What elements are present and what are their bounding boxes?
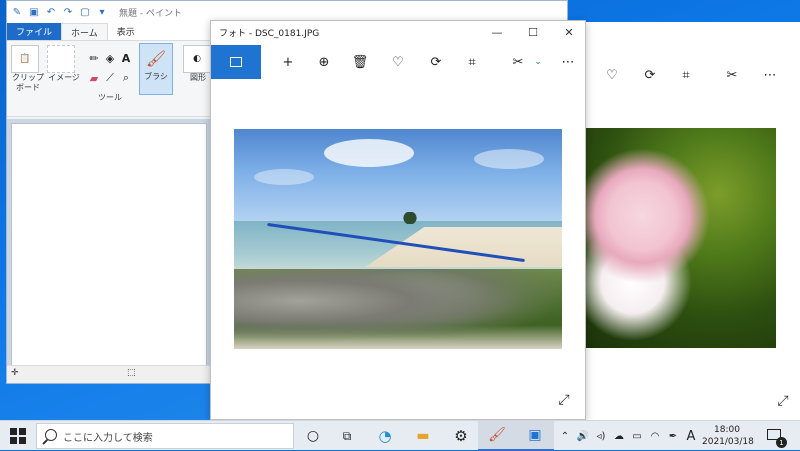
volume-icon[interactable]: 🔊: [576, 429, 590, 443]
paint-app-icon: ✎: [12, 6, 22, 18]
rotate-icon[interactable]: ⟳: [425, 51, 447, 73]
pen-icon[interactable]: ✒: [666, 429, 680, 443]
maximize-button[interactable]: ☐: [515, 21, 551, 43]
cursor-position-icon: ✛: [11, 368, 19, 378]
chevron-up-icon[interactable]: ⌃: [558, 429, 572, 443]
clock-date: 2021/03/18: [702, 437, 754, 447]
minimize-button[interactable]: —: [479, 21, 515, 43]
magnifier-icon[interactable]: ⌕: [119, 71, 133, 85]
close-button[interactable]: ✕: [551, 21, 587, 43]
selection-size-icon: ⬚: [127, 368, 136, 378]
edge-icon[interactable]: ◔: [366, 421, 404, 451]
add-icon[interactable]: +: [277, 51, 299, 73]
clipboard-label: クリップ ボード: [12, 73, 44, 92]
ime-indicator[interactable]: A: [684, 429, 698, 444]
cloud-icon[interactable]: ☁: [612, 429, 626, 443]
settings-icon[interactable]: ⚙: [442, 421, 480, 451]
shapes-label: 図形: [190, 73, 206, 82]
pencil-icon[interactable]: ✏: [87, 51, 101, 65]
shapes-icon: ◐: [183, 45, 211, 73]
edit-icon[interactable]: ✂: [721, 64, 743, 86]
undo-icon[interactable]: ↶: [45, 6, 57, 18]
view-image-button[interactable]: [211, 45, 261, 79]
image-button[interactable]: イメージ: [47, 45, 81, 83]
color-picker-icon[interactable]: ⟋: [103, 71, 117, 85]
favorite-icon[interactable]: ♡: [601, 64, 623, 86]
brush-button[interactable]: 🖌 ブラシ: [139, 43, 173, 95]
tab-file[interactable]: ファイル: [7, 23, 62, 40]
favorite-icon[interactable]: ♡: [387, 51, 409, 73]
file-explorer-icon[interactable]: ▬: [404, 421, 442, 451]
tab-view[interactable]: 表示: [108, 23, 144, 40]
photos-window-title: フォト - DSC_0181.JPG: [219, 28, 320, 39]
paint-window-title: 無題 - ペイント: [119, 8, 182, 19]
speaker-icon[interactable]: ◃): [594, 429, 608, 443]
start-button[interactable]: [10, 428, 26, 444]
zoom-icon[interactable]: ⊕: [313, 51, 335, 73]
delete-icon[interactable]: 🗑: [349, 51, 371, 73]
rotate-icon[interactable]: ⟳: [639, 64, 661, 86]
photos-window[interactable]: フォト - DSC_0181.JPG — ☐ ✕ + ⊕ 🗑 ♡ ⟳ ⌗ ✂ ⌄…: [210, 20, 586, 420]
crop-icon[interactable]: ⌗: [675, 64, 697, 86]
photos-back-toolbar: ♡ ⟳ ⌗ ✂ ⋯: [561, 64, 800, 98]
network-icon[interactable]: ▭: [630, 429, 644, 443]
shapes-button[interactable]: ◐ 図形: [183, 45, 213, 83]
image-label: イメージ: [48, 73, 80, 82]
search-icon: [45, 429, 57, 441]
brush-label: ブラシ: [144, 72, 168, 81]
beach-photo: [234, 129, 562, 349]
fill-icon[interactable]: ◈: [103, 51, 117, 65]
task-view-icon[interactable]: ⧉: [328, 421, 366, 451]
eraser-icon[interactable]: ▰: [87, 71, 101, 85]
photos-toolbar: + ⊕ 🗑 ♡ ⟳ ⌗ ✂ ⌄ ⋯: [211, 45, 585, 79]
photos-taskbar-icon[interactable]: ▣: [516, 421, 554, 451]
photos-window-back[interactable]: ♡ ⟳ ⌗ ✂ ⋯ ⤢: [560, 22, 800, 420]
image-icon: [230, 57, 242, 67]
clipboard-button[interactable]: 📋 クリップ ボード: [11, 45, 45, 93]
new-document-icon[interactable]: ▢: [79, 6, 91, 18]
expand-icon[interactable]: ⤢: [774, 392, 792, 410]
more-icon[interactable]: ⋯: [557, 51, 579, 73]
lotus-photo: [585, 128, 776, 348]
clock-time: 18:00: [714, 425, 740, 435]
crop-icon[interactable]: ⌗: [461, 51, 483, 73]
cortana-icon[interactable]: ○: [294, 421, 332, 451]
tab-home[interactable]: ホーム: [61, 23, 108, 40]
paint-taskbar-icon[interactable]: 🖌: [478, 421, 516, 451]
brush-icon: 🖌: [145, 48, 167, 68]
clock[interactable]: 18:00 2021/03/18: [702, 424, 754, 448]
tools-label: ツール: [98, 93, 122, 102]
chevron-down-icon[interactable]: ⌄: [527, 51, 549, 73]
expand-icon[interactable]: ⤢: [555, 391, 573, 409]
action-center-button[interactable]: 1: [765, 427, 787, 448]
wifi-icon[interactable]: ◠: [648, 429, 662, 443]
clipboard-icon: 📋: [11, 45, 39, 73]
taskbar: ここに入力して検索 ○ ⧉ ◔ ▬ ⚙ 🖌 ▣ ⌃ 🔊 ◃) ☁ ▭ ◠ ✒ A…: [0, 420, 800, 451]
save-icon[interactable]: ▣: [28, 6, 40, 18]
paint-canvas[interactable]: [11, 123, 207, 367]
more-icon[interactable]: ⋯: [759, 64, 781, 86]
edit-icon[interactable]: ✂: [507, 51, 529, 73]
redo-icon[interactable]: ↷: [62, 6, 74, 18]
search-placeholder: ここに入力して検索: [63, 432, 153, 444]
selection-icon: [47, 45, 75, 73]
taskbar-search[interactable]: ここに入力して検索: [36, 423, 294, 449]
notification-count: 1: [776, 437, 787, 448]
customize-quick-access-icon[interactable]: ▾: [96, 6, 108, 18]
text-icon[interactable]: A: [119, 51, 133, 65]
